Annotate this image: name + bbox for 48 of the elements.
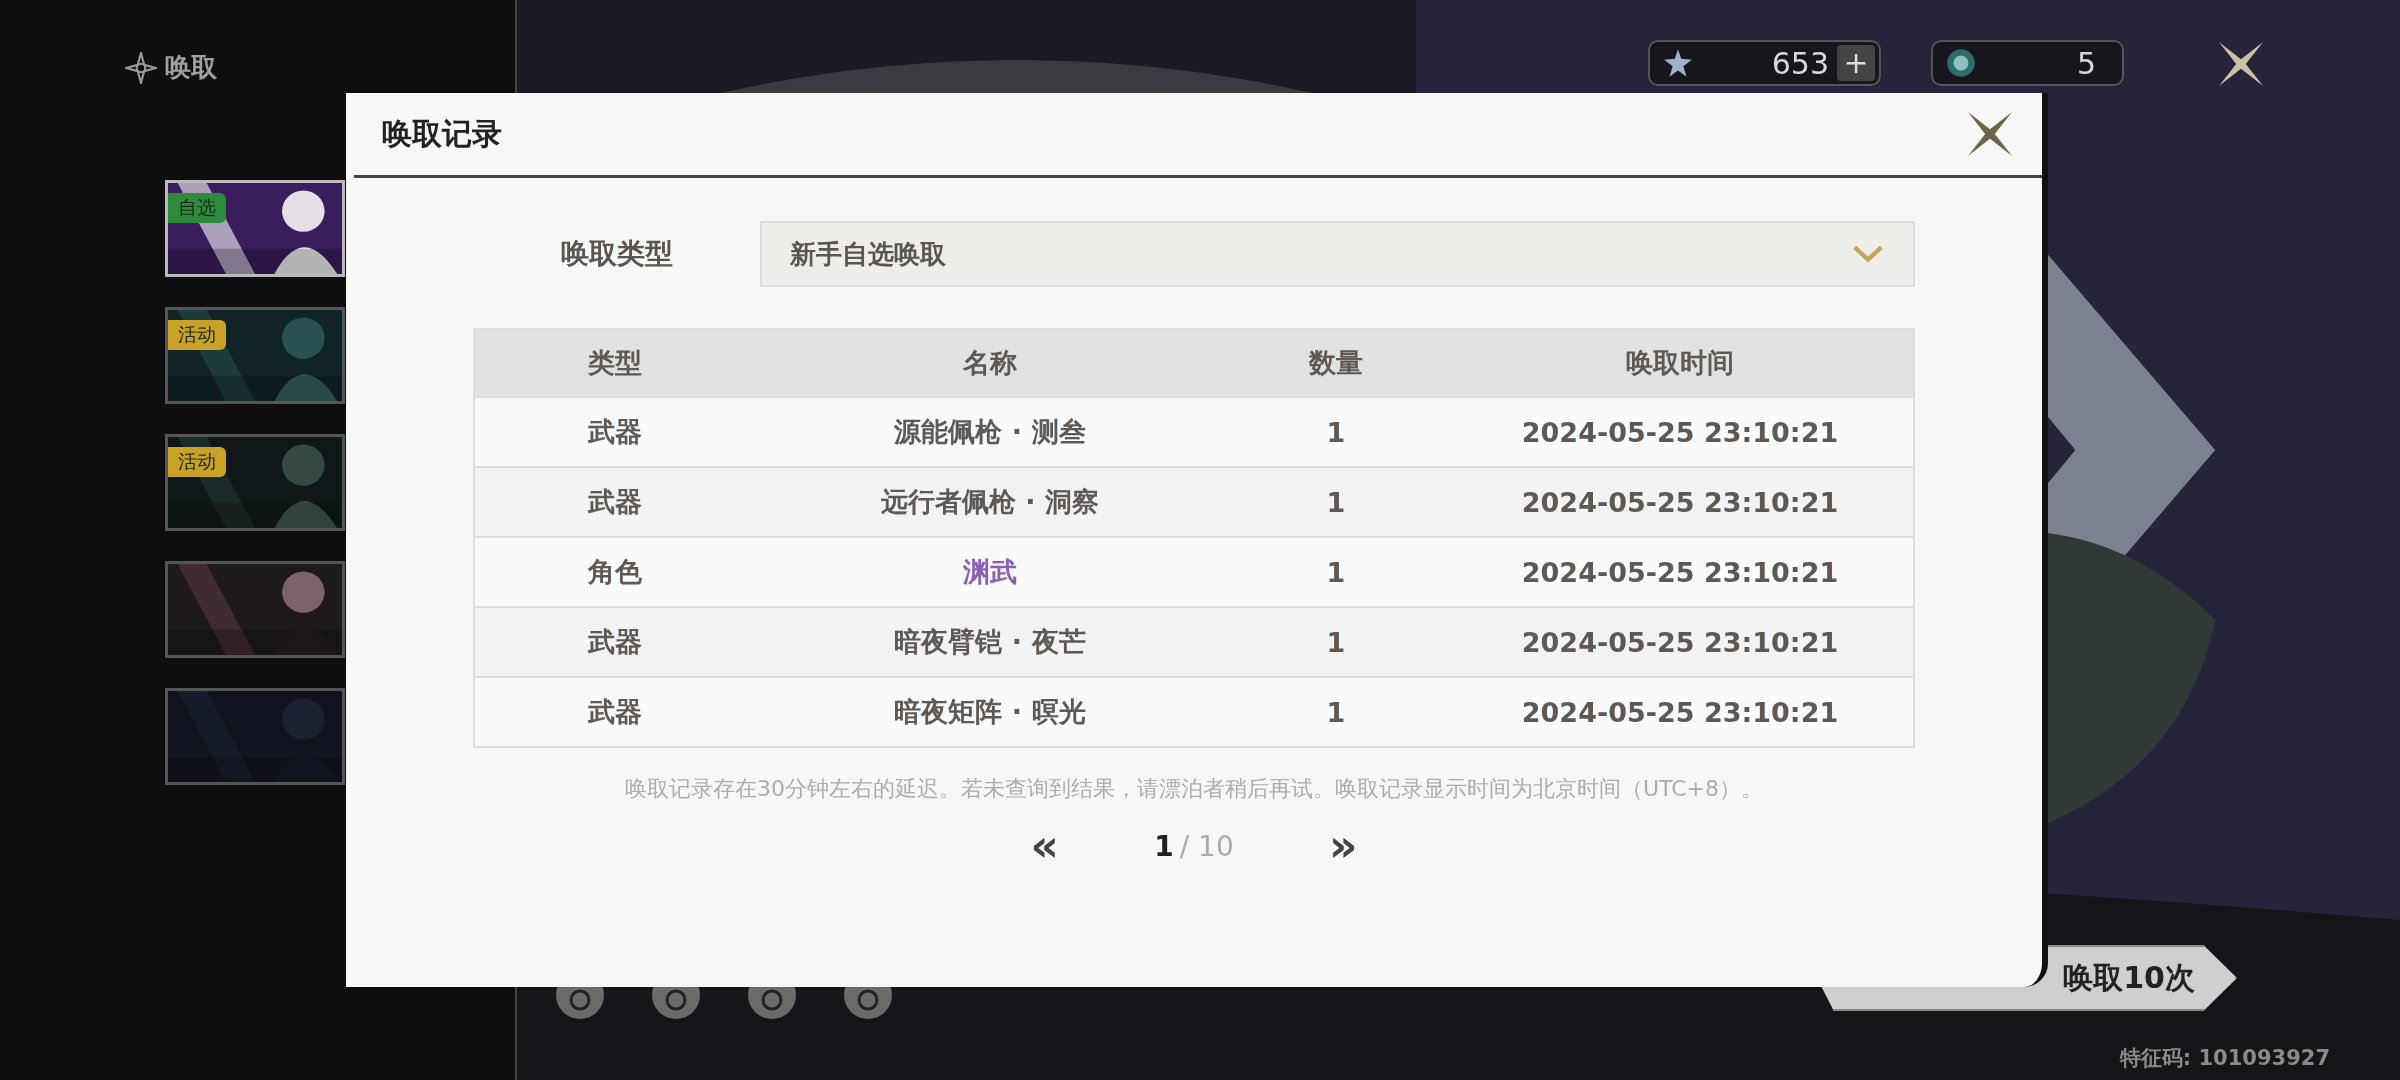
column-header: 名称: [962, 346, 1018, 380]
table-cell-text: 武器: [587, 695, 643, 729]
type-dropdown[interactable]: 新手自选唤取: [760, 221, 1915, 287]
banner-badge: 活动: [168, 320, 226, 350]
table-cell-text: 2024-05-25 23:10:21: [1520, 416, 1840, 448]
column-header: 类型: [587, 346, 643, 380]
coin-icon: [1945, 47, 1977, 79]
table-cell-text: 武器: [587, 415, 643, 449]
page-total: / 10: [1179, 829, 1234, 863]
page-title: 唤取: [165, 51, 217, 84]
table-cell-text: 1: [1325, 626, 1347, 658]
previous-page-button[interactable]: «: [1020, 826, 1069, 866]
table-cell-text: 2024-05-25 23:10:21: [1520, 696, 1840, 728]
banner-tab[interactable]: 自选: [165, 180, 345, 277]
table-cell-text: 武器: [587, 625, 643, 659]
table-cell-text: 暗夜矩阵 · 暝光: [893, 695, 1087, 729]
column-header: 唤取时间: [1625, 346, 1735, 380]
table-cell-text: 1: [1325, 416, 1347, 448]
chevron-down-icon: [1851, 244, 1885, 264]
next-page-button[interactable]: »: [1319, 826, 1368, 866]
table-cell-text: 远行者佩枪 · 洞察: [879, 485, 1101, 519]
currency-amount: 653: [1770, 45, 1830, 81]
table-cell-text: 渊武: [962, 555, 1018, 589]
table-cell-text: 2024-05-25 23:10:21: [1520, 486, 1840, 518]
banner-tab[interactable]: 活动: [165, 434, 345, 531]
banner-badge: 自选: [168, 193, 226, 223]
delay-note: 唤取记录存在30分钟左右的延迟。若未查询到结果，请漂泊者稍后再试。唤取记录显示时间为北京时间（UTC+8）。: [624, 775, 1763, 803]
table-cell-text: 1: [1325, 486, 1347, 518]
add-button[interactable]: +: [1837, 45, 1875, 81]
banner-badge: 活动: [168, 447, 226, 477]
close-icon[interactable]: [1966, 110, 2014, 158]
table-cell-text: 2024-05-25 23:10:21: [1520, 626, 1840, 658]
compass-icon: [125, 51, 157, 84]
dialog-title: 唤取记录: [382, 114, 502, 153]
feature-code: 特征码: 101093927: [2119, 1045, 2330, 1072]
table-cell-text: 2024-05-25 23:10:21: [1520, 556, 1840, 588]
column-header: 数量: [1307, 346, 1364, 380]
table-cell-text: 源能佩枪 · 测叁: [893, 415, 1087, 449]
currency-amount: 5: [2075, 45, 2097, 81]
current-page: 1: [1154, 829, 1174, 863]
table-cell-text: 1: [1325, 556, 1347, 588]
banner-tab[interactable]: 活动: [165, 307, 345, 404]
table-cell-text: 武器: [587, 485, 643, 519]
filter-label: 唤取类型: [559, 236, 674, 272]
close-icon[interactable]: [2217, 40, 2265, 88]
table-cell-text: 1: [1325, 696, 1347, 728]
table-cell-text: 暗夜臂铠 · 夜芒: [893, 625, 1087, 659]
table-cell-text: 角色: [586, 555, 643, 589]
